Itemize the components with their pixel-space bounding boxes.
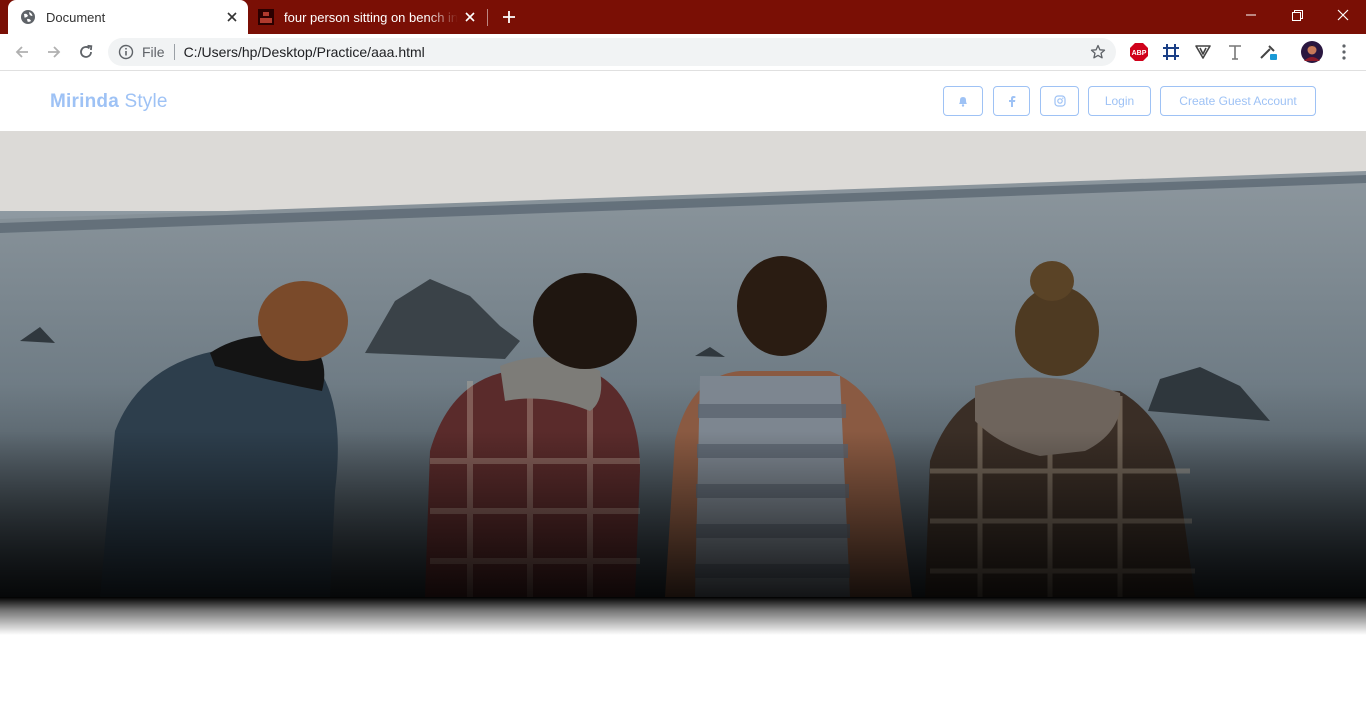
vee-extension-icon[interactable]	[1192, 41, 1214, 63]
reload-button[interactable]	[72, 38, 100, 66]
globe-icon	[20, 9, 36, 25]
close-icon	[1337, 9, 1349, 21]
arrow-left-icon	[15, 46, 28, 58]
abp-icon[interactable]: ABP	[1128, 41, 1150, 63]
reload-icon	[80, 44, 93, 58]
minimize-icon	[1246, 14, 1256, 16]
brand-light: Style	[118, 91, 168, 112]
tab-title: four person sitting on bench in front	[284, 9, 458, 25]
instagram-icon	[1053, 95, 1066, 107]
scheme-label: File	[142, 44, 165, 60]
bell-icon	[959, 97, 967, 107]
browser-tab-strip: Document four person sitting on bench in…	[0, 0, 1366, 34]
text-extension-icon[interactable]	[1224, 41, 1246, 63]
hero-image	[0, 131, 1366, 597]
restore-icon	[1291, 9, 1303, 21]
brand-logo[interactable]: Mirinda Style	[50, 91, 168, 113]
grid-extension-icon[interactable]	[1160, 41, 1182, 63]
notifications-button[interactable]	[943, 86, 983, 116]
arrow-right-icon	[48, 46, 61, 58]
facebook-button[interactable]	[993, 86, 1030, 116]
minimize-button[interactable]	[1228, 0, 1274, 30]
close-tab-icon[interactable]	[220, 5, 244, 29]
tab-document[interactable]: Document	[8, 0, 248, 34]
profile-avatar[interactable]	[1300, 40, 1324, 64]
plus-icon	[503, 11, 515, 23]
tab-unsplash[interactable]: four person sitting on bench in front	[250, 0, 486, 34]
instagram-button[interactable]	[1040, 86, 1079, 116]
unsplash-icon	[258, 9, 274, 25]
back-button[interactable]	[8, 38, 36, 66]
browser-menu-icon[interactable]	[1333, 41, 1355, 63]
browser-toolbar: File C:/Users/hp/Desktop/Practice/aaa.ht…	[0, 34, 1366, 71]
eyedropper-extension-icon[interactable]	[1257, 41, 1279, 63]
address-bar[interactable]: File C:/Users/hp/Desktop/Practice/aaa.ht…	[108, 38, 1116, 66]
new-tab-button[interactable]	[497, 5, 521, 29]
url-text[interactable]: C:/Users/hp/Desktop/Practice/aaa.html	[184, 44, 1084, 60]
divider	[173, 44, 175, 60]
close-tab-icon[interactable]	[458, 5, 482, 29]
page-content: Mirinda Style Login Create Guest Account	[0, 72, 1366, 728]
info-icon[interactable]	[118, 44, 134, 60]
close-window-button[interactable]	[1320, 0, 1366, 30]
brand-bold: Mirinda	[50, 91, 119, 112]
bookmark-star-icon[interactable]	[1084, 38, 1112, 66]
login-button[interactable]: Login	[1088, 86, 1151, 116]
facebook-icon	[1008, 96, 1015, 107]
create-guest-account-button[interactable]: Create Guest Account	[1160, 86, 1316, 116]
abp-label: ABP	[1132, 50, 1147, 57]
hero-bottom-shadow	[0, 597, 1366, 635]
forward-button[interactable]	[40, 38, 68, 66]
tab-title: Document	[46, 9, 106, 25]
site-navbar: Mirinda Style Login Create Guest Account	[0, 72, 1366, 131]
restore-button[interactable]	[1274, 0, 1320, 30]
tab-separator	[487, 9, 488, 26]
